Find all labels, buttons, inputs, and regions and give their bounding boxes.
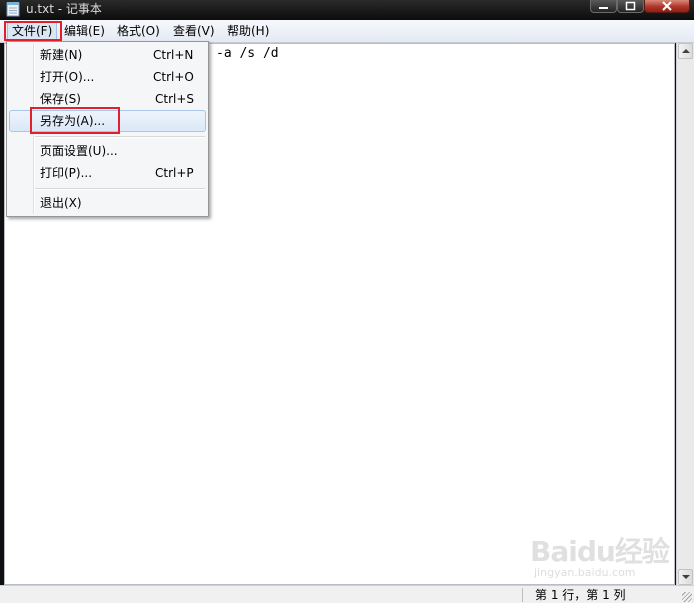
maximize-button[interactable] [617, 0, 644, 13]
status-bar: 第 1 行，第 1 列 [0, 585, 694, 603]
menu-help[interactable]: 帮助(H) [223, 21, 273, 41]
scroll-down-button[interactable] [678, 569, 693, 585]
editor-content: -a /s /d [216, 46, 279, 61]
file-dropdown-menu: 新建(N) Ctrl+N 打开(O)... Ctrl+O 保存(S) Ctrl+… [6, 41, 209, 217]
menu-item-save-as[interactable]: 另存为(A)... [9, 110, 206, 132]
vertical-scrollbar[interactable] [676, 43, 694, 585]
menu-separator [35, 188, 205, 190]
menu-edit[interactable]: 编辑(E) [60, 21, 109, 41]
minimize-button[interactable] [590, 0, 617, 13]
arrow-down-icon [682, 575, 690, 579]
menu-item-exit[interactable]: 退出(X) [9, 192, 206, 214]
baidu-watermark: Baidu经验 jingyan.baidu.com [530, 530, 670, 582]
watermark-url: jingyan.baidu.com [534, 566, 636, 579]
title-bar[interactable]: u.txt - 记事本 [0, 0, 694, 20]
menu-format[interactable]: 格式(O) [113, 21, 164, 41]
menu-item-print[interactable]: 打印(P)... Ctrl+P [9, 162, 206, 184]
menu-item-open[interactable]: 打开(O)... Ctrl+O [9, 66, 206, 88]
status-divider [522, 588, 523, 602]
menu-item-page-setup[interactable]: 页面设置(U)... [9, 140, 206, 162]
close-icon [662, 1, 672, 11]
menu-view[interactable]: 查看(V) [169, 21, 219, 41]
maximize-icon [625, 1, 636, 11]
window-title: u.txt - 记事本 [26, 2, 102, 16]
menu-item-new[interactable]: 新建(N) Ctrl+N [9, 44, 206, 66]
menu-item-save[interactable]: 保存(S) Ctrl+S [9, 88, 206, 110]
scroll-up-button[interactable] [678, 43, 693, 59]
cursor-position: 第 1 行，第 1 列 [535, 588, 626, 602]
watermark-logo: Baidu经验 [530, 535, 670, 568]
notepad-icon [6, 2, 20, 17]
menu-bar: 文件(F) 编辑(E) 格式(O) 查看(V) 帮助(H) [0, 20, 694, 43]
arrow-up-icon [682, 49, 690, 53]
minimize-icon [599, 7, 608, 9]
close-button[interactable] [644, 0, 690, 13]
resize-grip-icon[interactable] [682, 592, 692, 602]
menu-separator [35, 136, 205, 138]
menu-file[interactable]: 文件(F) [7, 21, 58, 41]
